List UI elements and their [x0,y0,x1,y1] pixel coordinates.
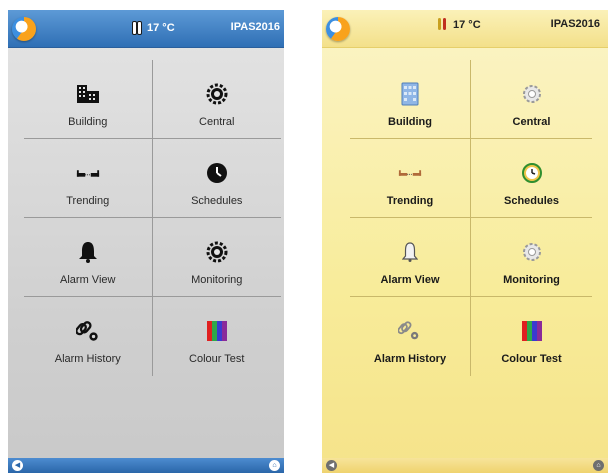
bell-icon [398,240,422,264]
clock-icon [205,161,229,185]
tile-building[interactable]: Building [24,60,153,139]
status-bar: 17 °C IPAS2016 [8,10,284,48]
trending-icon [398,161,422,185]
colour-bars-icon [205,319,229,343]
chain-gear-icon [398,319,422,343]
tile-label: Alarm History [373,353,447,365]
bottom-bar: ◀ ⌂ [8,458,284,473]
tile-label: Alarm View [60,274,116,286]
bell-icon [76,240,100,264]
phone-screen-blue: 17 °C IPAS2016 Building Central Trending [8,10,284,473]
tile-alarm-view[interactable]: Alarm View [350,218,471,297]
trending-icon [76,161,100,185]
menu-grid: Building Central Trending Schedules Alar… [350,60,592,376]
chain-gear-icon [75,319,100,343]
tile-label: Colour Test [501,353,562,365]
tile-label: Schedules [191,195,243,207]
tile-alarm-history[interactable]: Alarm History [24,297,153,376]
tile-trending[interactable]: Trending [24,139,153,218]
tile-label: Alarm View [380,274,440,286]
tile-schedules[interactable]: Schedules [471,139,592,218]
thermometer-icon [438,18,447,32]
tile-monitoring[interactable]: Monitoring [471,218,592,297]
building-icon [398,82,422,106]
gear-icon [205,240,229,264]
temperature-display: 17 °C [438,18,481,32]
tile-trending[interactable]: Trending [350,139,471,218]
tile-label: Central [512,116,551,128]
app-logo-icon[interactable] [326,17,350,41]
clock-icon [520,161,544,185]
temperature-display: 17 °C [132,21,175,35]
tile-label: Central [199,116,235,128]
home-icon[interactable]: ⌂ [593,460,604,471]
app-logo-icon[interactable] [12,17,36,41]
tile-label: Colour Test [189,353,245,365]
tile-monitoring[interactable]: Monitoring [152,218,281,297]
phone-screen-yellow: 17 °C IPAS2016 Building Central Trending [322,10,608,473]
tile-alarm-view[interactable]: Alarm View [24,218,153,297]
menu-grid: Building Central Trending Schedules Alar… [24,60,281,376]
tile-label: Building [68,116,108,128]
temperature-value: 17 °C [147,22,175,34]
tile-label: Building [388,116,432,128]
tile-alarm-history[interactable]: Alarm History [350,297,471,376]
tile-label: Alarm History [54,353,121,365]
gear-icon [520,82,544,106]
temperature-value: 17 °C [453,19,481,31]
building-icon [76,82,100,106]
back-icon[interactable]: ◀ [12,460,23,471]
tile-label: Monitoring [191,274,243,286]
tile-label: Monitoring [503,274,560,286]
tile-label: Trending [66,195,110,207]
tile-label: Trending [386,195,434,207]
tile-schedules[interactable]: Schedules [152,139,281,218]
back-icon[interactable]: ◀ [326,460,337,471]
tile-central[interactable]: Central [152,60,281,139]
device-name: IPAS2016 [550,18,600,30]
tile-colour-test[interactable]: Colour Test [471,297,592,376]
home-icon[interactable]: ⌂ [269,460,280,471]
tile-central[interactable]: Central [471,60,592,139]
tile-label: Schedules [503,195,560,207]
bottom-bar: ◀ ⌂ [322,458,608,473]
tile-colour-test[interactable]: Colour Test [153,297,282,376]
gear-icon [205,82,229,106]
thermometer-icon [132,21,142,35]
device-name: IPAS2016 [230,21,280,33]
colour-bars-icon [520,319,544,343]
status-bar: 17 °C IPAS2016 [322,10,608,48]
gear-icon [520,240,544,264]
tile-building[interactable]: Building [350,60,471,139]
